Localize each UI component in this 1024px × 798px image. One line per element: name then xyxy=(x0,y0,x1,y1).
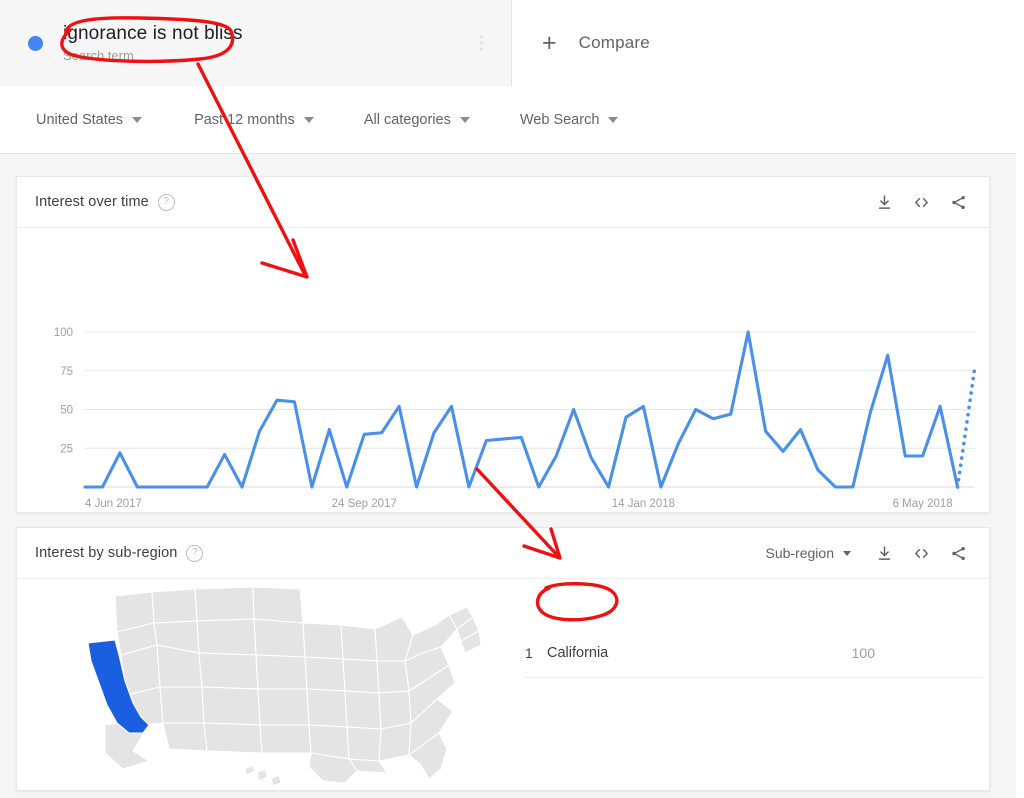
download-icon[interactable] xyxy=(876,194,893,211)
download-icon[interactable] xyxy=(876,545,893,562)
filter-bar: United States Past 12 months All categor… xyxy=(0,86,1024,154)
filter-time-range-label: Past 12 months xyxy=(194,111,295,128)
interest-by-subregion-actions: Sub-region xyxy=(766,545,968,562)
trend-line-chart: 25 50 75 100 4 Jun 2017 24 Sep 2017 14 Jan 201… xyxy=(54,327,977,510)
more-vert-icon[interactable] xyxy=(480,35,483,51)
us-map[interactable] xyxy=(57,583,487,789)
embed-icon[interactable] xyxy=(912,194,931,211)
region-name: California xyxy=(547,645,609,661)
svg-text:4 Jun 2017: 4 Jun 2017 xyxy=(85,498,142,510)
filter-category-label: All categories xyxy=(363,111,451,128)
filter-location[interactable]: United States xyxy=(36,111,143,128)
svg-text:25: 25 xyxy=(60,443,73,455)
interest-over-time-card: Interest over time ? 25 50 75 100 4 Jun … xyxy=(16,176,990,513)
subregion-title: Interest by sub-region xyxy=(35,545,178,561)
chevron-down-icon xyxy=(459,116,470,123)
svg-text:100: 100 xyxy=(54,327,73,339)
region-bar-track xyxy=(893,648,983,659)
embed-icon[interactable] xyxy=(912,545,931,562)
table-row[interactable]: 1 California 100 xyxy=(525,629,983,678)
svg-text:75: 75 xyxy=(60,366,73,378)
compare-button[interactable]: + Compare xyxy=(512,0,1024,86)
search-term-label: ignorance is not bliss xyxy=(63,23,243,44)
chevron-down-icon xyxy=(843,550,851,556)
interest-by-subregion-body: 1 California 100 xyxy=(17,579,989,789)
share-icon[interactable] xyxy=(950,545,967,562)
search-term-sublabel: Search term xyxy=(63,48,134,63)
search-term-texts: ignorance is not bliss Search term xyxy=(63,22,243,64)
svg-text:24 Sep 2017: 24 Sep 2017 xyxy=(332,498,397,510)
chevron-down-icon xyxy=(132,116,143,123)
rank-number: 1 xyxy=(525,645,533,661)
help-circle-icon[interactable]: ? xyxy=(157,193,175,211)
compare-label: Compare xyxy=(578,33,650,52)
google-trends-page: ignorance is not bliss Search term + Com… xyxy=(0,0,1024,798)
search-term-card[interactable]: ignorance is not bliss Search term xyxy=(0,0,512,86)
page-right-gutter xyxy=(1016,0,1024,798)
filter-search-type-label: Web Search xyxy=(519,111,600,128)
page-title: Interest over time xyxy=(35,194,149,210)
svg-text:6 May 2018: 6 May 2018 xyxy=(893,498,953,510)
series-color-dot xyxy=(28,35,43,51)
subregion-rank-list: 1 California 100 xyxy=(525,629,983,678)
interest-by-subregion-header: Interest by sub-region ? Sub-region xyxy=(17,528,989,579)
filter-category[interactable]: All categories xyxy=(364,112,470,128)
filter-location-label: United States xyxy=(36,111,124,128)
plus-icon: + xyxy=(542,28,557,57)
chevron-down-icon xyxy=(303,116,314,123)
search-term-bar: ignorance is not bliss Search term + Com… xyxy=(0,0,1024,87)
svg-text:50: 50 xyxy=(60,405,73,417)
subregion-select[interactable]: Sub-region xyxy=(765,545,851,561)
interest-over-time-actions xyxy=(876,194,967,211)
filter-time-range[interactable]: Past 12 months xyxy=(194,112,314,128)
interest-by-subregion-card: Interest by sub-region ? Sub-region 1 Ca… xyxy=(16,527,990,791)
filter-search-type[interactable]: Web Search xyxy=(520,112,619,128)
interest-over-time-chart: 25 50 75 100 4 Jun 2017 24 Sep 2017 14 Jan 201… xyxy=(17,228,989,512)
us-map-svg xyxy=(87,586,482,787)
svg-text:14 Jan 2018: 14 Jan 2018 xyxy=(612,498,675,510)
region-value: 100 xyxy=(851,645,875,661)
subregion-select-label: Sub-region xyxy=(765,545,835,561)
share-icon[interactable] xyxy=(950,194,967,211)
chevron-down-icon xyxy=(608,116,619,123)
help-circle-icon[interactable]: ? xyxy=(186,544,204,562)
interest-over-time-header: Interest over time ? xyxy=(17,177,989,228)
